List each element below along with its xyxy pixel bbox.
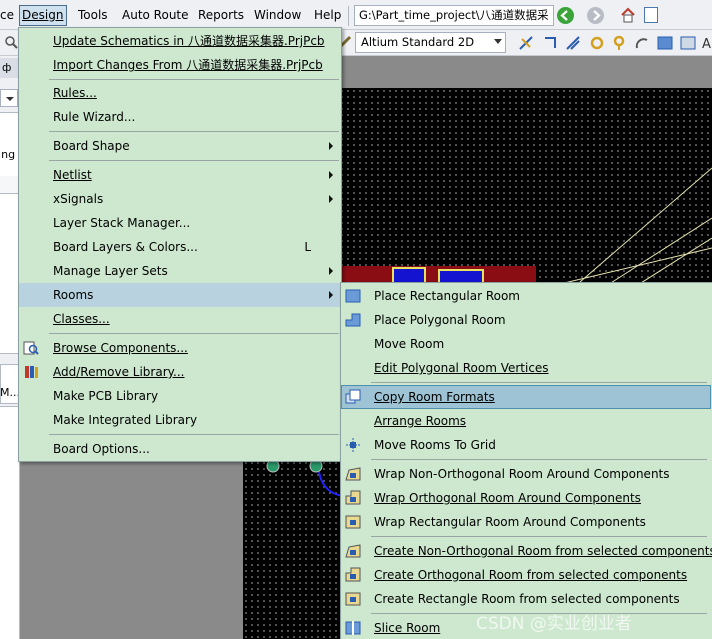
menu-wrap-rectangular-room[interactable]: Wrap Rectangular Room Around Components (341, 510, 711, 534)
arc-icon[interactable] (634, 35, 650, 51)
menu-netlist[interactable]: Netlist (19, 163, 341, 187)
menu-rooms[interactable]: Rooms (19, 283, 341, 307)
chevron-down-icon (494, 39, 502, 44)
menu-make-pcb-library[interactable]: Make PCB Library (19, 384, 341, 408)
diff-pair-icon[interactable] (542, 35, 558, 51)
panel-fragment: M... (0, 386, 20, 399)
back-icon[interactable] (557, 7, 574, 24)
copy-room-formats-icon (345, 389, 361, 405)
menu-import-changes[interactable]: Import Changes From 八通道数据采集器.PrjPcb (19, 53, 341, 77)
menu-bar: ce Design Tools Auto Route Reports Windo… (0, 0, 712, 30)
multi-route-icon[interactable] (565, 35, 581, 51)
left-panel: ф sting M... (0, 56, 20, 639)
menu-separator (49, 79, 339, 80)
menu-copy-room-formats[interactable]: Copy Room Formats (341, 385, 711, 409)
slice-room-icon (345, 620, 361, 636)
menu-place-polygonal-room[interactable]: Place Polygonal Room (341, 308, 711, 332)
home-icon[interactable] (620, 7, 636, 23)
menu-separator (371, 459, 707, 460)
polygon-icon[interactable] (680, 35, 696, 51)
menu-board-options[interactable]: Board Options... (19, 437, 341, 461)
menu-place-rectangular-room[interactable]: Place Rectangular Room (341, 284, 711, 308)
menu-update-schematics[interactable]: Update Schematics in 八通道数据采集器.PrjPcb (19, 29, 341, 53)
menu-layer-stack-manager[interactable]: Layer Stack Manager... (19, 211, 341, 235)
menu-create-non-orthogonal-room[interactable]: Create Non-Orthogonal Room from selected… (341, 539, 712, 563)
menu-edit-polygonal-room-vertices[interactable]: Edit Polygonal Room Vertices (341, 356, 711, 380)
document-icon[interactable] (644, 7, 658, 23)
route-icon[interactable] (518, 35, 534, 51)
browse-components-icon (23, 340, 39, 356)
rectangular-room-icon (345, 288, 361, 304)
menu-tools[interactable]: Tools (76, 5, 110, 26)
menu-make-integrated-library[interactable]: Make Integrated Library (19, 408, 341, 432)
menu-add-remove-library[interactable]: Add/Remove Library... (19, 360, 341, 384)
pad-icon[interactable] (589, 35, 605, 51)
forward-icon[interactable] (587, 7, 604, 24)
menu-separator (49, 434, 339, 435)
menu-move-rooms-to-grid[interactable]: Move Rooms To Grid (341, 433, 711, 457)
menu-separator (49, 131, 339, 132)
menu-browse-components[interactable]: Browse Components... (19, 336, 341, 360)
rooms-submenu: Place Rectangular Room Place Polygonal R… (340, 282, 712, 639)
menu-help[interactable]: Help (312, 5, 343, 26)
menu-rules[interactable]: Rules... (19, 81, 341, 105)
via-icon[interactable] (611, 35, 627, 51)
menu-arrange-rooms[interactable]: Arrange Rooms (341, 409, 711, 433)
menu-separator (49, 333, 339, 334)
create-room-icon (345, 567, 361, 583)
design-menu: Update Schematics in 八通道数据采集器.PrjPcb Imp… (18, 27, 342, 462)
fill-icon[interactable] (657, 35, 673, 51)
string-icon[interactable]: A (702, 35, 712, 52)
menu-auto-route[interactable]: Auto Route (120, 5, 191, 26)
pin-glyph[interactable]: ф (2, 61, 11, 74)
chevron-right-icon (329, 291, 333, 299)
menu-separator (49, 160, 339, 161)
grid-icon (345, 437, 361, 453)
menu-rule-wizard[interactable]: Rule Wizard... (19, 105, 341, 129)
library-icon (23, 364, 39, 380)
wrap-room-icon (345, 514, 361, 530)
menu-create-orthogonal-room[interactable]: Create Orthogonal Room from selected com… (341, 563, 711, 587)
wrap-room-icon (345, 466, 361, 482)
panel-dropdown[interactable] (0, 89, 18, 107)
create-room-icon (345, 591, 361, 607)
menu-xsignals[interactable]: xSignals (19, 187, 341, 211)
polygonal-room-icon (345, 312, 361, 328)
menu-create-rectangle-room[interactable]: Create Rectangle Room from selected comp… (341, 587, 711, 611)
view-select[interactable]: Altium Standard 2D (355, 32, 506, 53)
menu-classes[interactable]: Classes... (19, 307, 341, 331)
menu-separator (371, 382, 707, 383)
menu-reports[interactable]: Reports (196, 5, 246, 26)
menu-move-room[interactable]: Move Room (341, 332, 711, 356)
menu-partial[interactable]: ce (0, 5, 16, 26)
menu-wrap-orthogonal-room[interactable]: Wrap Orthogonal Room Around Components (341, 486, 711, 510)
chevron-right-icon (329, 195, 333, 203)
menu-design[interactable]: Design (19, 5, 67, 26)
menu-wrap-non-orthogonal-room[interactable]: Wrap Non-Orthogonal Room Around Componen… (341, 462, 711, 486)
menu-manage-layer-sets[interactable]: Manage Layer Sets (19, 259, 341, 283)
svg-text:A: A (702, 37, 711, 51)
panel-fragment: sting (0, 148, 16, 161)
menu-board-shape[interactable]: Board Shape (19, 134, 341, 158)
path-input[interactable]: G:\Part_time_project\八通道数据采 (354, 5, 554, 26)
shortcut-label: L (304, 240, 311, 254)
menu-window[interactable]: Window (252, 5, 303, 26)
watermark: CSDN @实业创业者 (476, 614, 632, 634)
chevron-right-icon (329, 267, 333, 275)
wrap-room-icon (345, 490, 361, 506)
create-room-icon (345, 543, 361, 559)
menu-separator (371, 536, 707, 537)
chevron-right-icon (329, 171, 333, 179)
menu-board-layers-colors[interactable]: Board Layers & Colors... L (19, 235, 341, 259)
chevron-right-icon (329, 142, 333, 150)
